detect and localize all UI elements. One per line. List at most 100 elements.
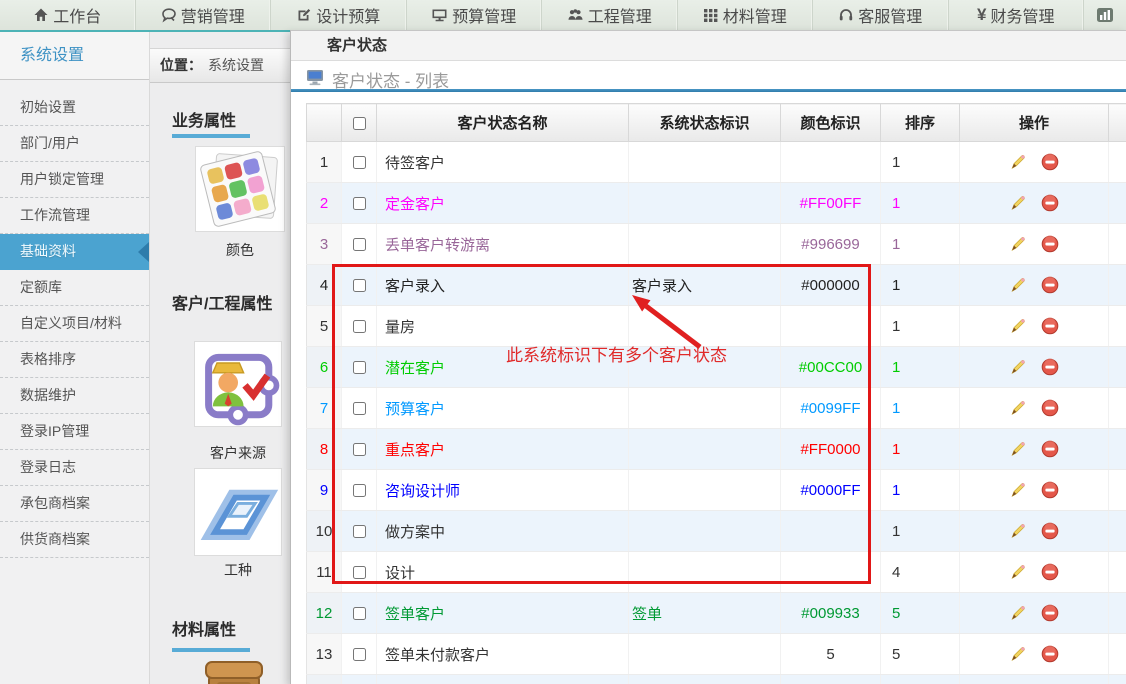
delete-icon[interactable] <box>1041 481 1059 499</box>
sidebar-item-用户锁定管理[interactable]: 用户锁定管理 <box>0 162 149 198</box>
delete-icon[interactable] <box>1041 563 1059 581</box>
sidebar-item-表格排序[interactable]: 表格排序 <box>0 342 149 378</box>
row-number-cell: 6 <box>307 347 342 388</box>
sidebar-item-label: 定额库 <box>20 279 62 295</box>
delete-icon[interactable] <box>1041 440 1059 458</box>
header-select-all <box>342 104 377 142</box>
row-checkbox[interactable] <box>353 197 366 210</box>
actions-cell <box>960 306 1109 347</box>
delete-icon[interactable] <box>1041 522 1059 540</box>
delete-icon[interactable] <box>1041 153 1059 171</box>
table-row: 11设计4 <box>307 552 1126 593</box>
edit-pencil-icon[interactable] <box>1009 317 1027 335</box>
sidebar-item-初始设置[interactable]: 初始设置 <box>0 90 149 126</box>
row-select-cell <box>342 552 377 593</box>
customer-source-card[interactable] <box>194 341 282 427</box>
nav-item-财务管理[interactable]: ¥财务管理 <box>949 0 1085 30</box>
edit-pencil-icon[interactable] <box>1009 235 1027 253</box>
delete-icon[interactable] <box>1041 276 1059 294</box>
edit-pencil-icon[interactable] <box>1009 522 1027 540</box>
edit-pencil-icon[interactable] <box>1009 604 1027 622</box>
edit-pencil-icon[interactable] <box>1009 481 1027 499</box>
nav-item-客服管理[interactable]: 客服管理 <box>813 0 949 30</box>
row-checkbox[interactable] <box>353 648 366 661</box>
sidebar-item-label: 登录IP管理 <box>20 423 89 439</box>
edit-pencil-icon[interactable] <box>1009 563 1027 581</box>
system-flag-cell: 客户录入 <box>629 265 781 306</box>
palette-icon <box>196 147 284 231</box>
delete-icon[interactable] <box>1041 604 1059 622</box>
sidebar-item-数据维护[interactable]: 数据维护 <box>0 378 149 414</box>
row-checkbox[interactable] <box>353 402 366 415</box>
nav-item-营销管理[interactable]: 营销管理 <box>136 0 272 30</box>
nav-item-材料管理[interactable]: 材料管理 <box>678 0 814 30</box>
nav-item-设计预算[interactable]: 设计预算 <box>271 0 407 30</box>
sidebar-item-登录日志[interactable]: 登录日志 <box>0 450 149 486</box>
sort-cell: 4 <box>881 552 960 593</box>
row-checkbox[interactable] <box>353 484 366 497</box>
table-row: 1待签客户1 <box>307 142 1126 183</box>
nav-item-预算管理[interactable]: 预算管理 <box>407 0 543 30</box>
row-checkbox[interactable] <box>353 443 366 456</box>
sidebar-item-定额库[interactable]: 定额库 <box>0 270 149 306</box>
edit-pencil-icon[interactable] <box>1009 153 1027 171</box>
row-number-cell: 2 <box>307 183 342 224</box>
row-checkbox[interactable] <box>353 238 366 251</box>
row-checkbox[interactable] <box>353 279 366 292</box>
delete-icon[interactable] <box>1041 194 1059 212</box>
edit-pencil-icon[interactable] <box>1009 399 1027 417</box>
sidebar-item-基础资料[interactable]: 基础资料 <box>0 234 149 270</box>
status-name-cell: 签单未付款客户 <box>377 634 629 675</box>
row-checkbox[interactable] <box>353 320 366 333</box>
status-name-cell: 定金客户 <box>377 183 629 224</box>
nav-item-工程管理[interactable]: 工程管理 <box>542 0 678 30</box>
sort-cell: 1 <box>881 183 960 224</box>
row-number-cell: 3 <box>307 224 342 265</box>
table-row: 4客户录入客户录入#0000001 <box>307 265 1126 306</box>
nav-item-工作台[interactable]: 工作台 <box>0 0 136 30</box>
edit-pencil-icon[interactable] <box>1009 358 1027 376</box>
color-flag-cell: #000000 <box>781 265 881 306</box>
sidebar-item-自定义项目/材料[interactable]: 自定义项目/材料 <box>0 306 149 342</box>
delete-icon[interactable] <box>1041 317 1059 335</box>
color-setting-card[interactable] <box>195 146 285 232</box>
delete-icon[interactable] <box>1041 358 1059 376</box>
work-type-card[interactable] <box>194 468 282 556</box>
yen-icon: ¥ <box>977 5 986 25</box>
status-name-cell: 咨询设计师 <box>377 470 629 511</box>
row-checkbox[interactable] <box>353 607 366 620</box>
row-checkbox[interactable] <box>353 566 366 579</box>
row-checkbox[interactable] <box>353 525 366 538</box>
color-flag-cell: 5 <box>781 634 881 675</box>
customer-status-table: 客户状态名称 系统状态标识 颜色标识 排序 操作 1待签客户12定金客户#FF0… <box>306 103 1126 684</box>
table-row: 10做方案中1 <box>307 511 1126 552</box>
delete-icon[interactable] <box>1041 645 1059 663</box>
dialog-title: 客户状态 <box>291 31 1126 61</box>
row-number-cell: 4 <box>307 265 342 306</box>
sidebar-item-承包商档案[interactable]: 承包商档案 <box>0 486 149 522</box>
delete-icon[interactable] <box>1041 235 1059 253</box>
edit-pencil-icon[interactable] <box>1009 440 1027 458</box>
edit-pencil-icon[interactable] <box>1009 194 1027 212</box>
select-all-checkbox[interactable] <box>353 117 366 130</box>
nav-item-chart-icon[interactable] <box>1084 0 1126 30</box>
sort-cell: 1 <box>881 347 960 388</box>
edit-pencil-icon[interactable] <box>1009 645 1027 663</box>
row-number-cell: 11 <box>307 552 342 593</box>
actions-cell <box>960 552 1109 593</box>
delete-icon[interactable] <box>1041 399 1059 417</box>
status-name-cell: 预算客户 <box>377 388 629 429</box>
sidebar-item-登录IP管理[interactable]: 登录IP管理 <box>0 414 149 450</box>
sidebar-item-供货商档案[interactable]: 供货商档案 <box>0 522 149 558</box>
row-number-cell: 8 <box>307 429 342 470</box>
sidebar-item-部门/用户[interactable]: 部门/用户 <box>0 126 149 162</box>
home-icon <box>33 7 49 23</box>
system-flag-cell <box>629 634 781 675</box>
row-select-cell <box>342 306 377 347</box>
material-box-icon[interactable] <box>205 660 263 684</box>
row-checkbox[interactable] <box>353 156 366 169</box>
sidebar-item-工作流管理[interactable]: 工作流管理 <box>0 198 149 234</box>
edit-pencil-icon[interactable] <box>1009 276 1027 294</box>
row-checkbox[interactable] <box>353 361 366 374</box>
actions-cell <box>960 593 1109 634</box>
